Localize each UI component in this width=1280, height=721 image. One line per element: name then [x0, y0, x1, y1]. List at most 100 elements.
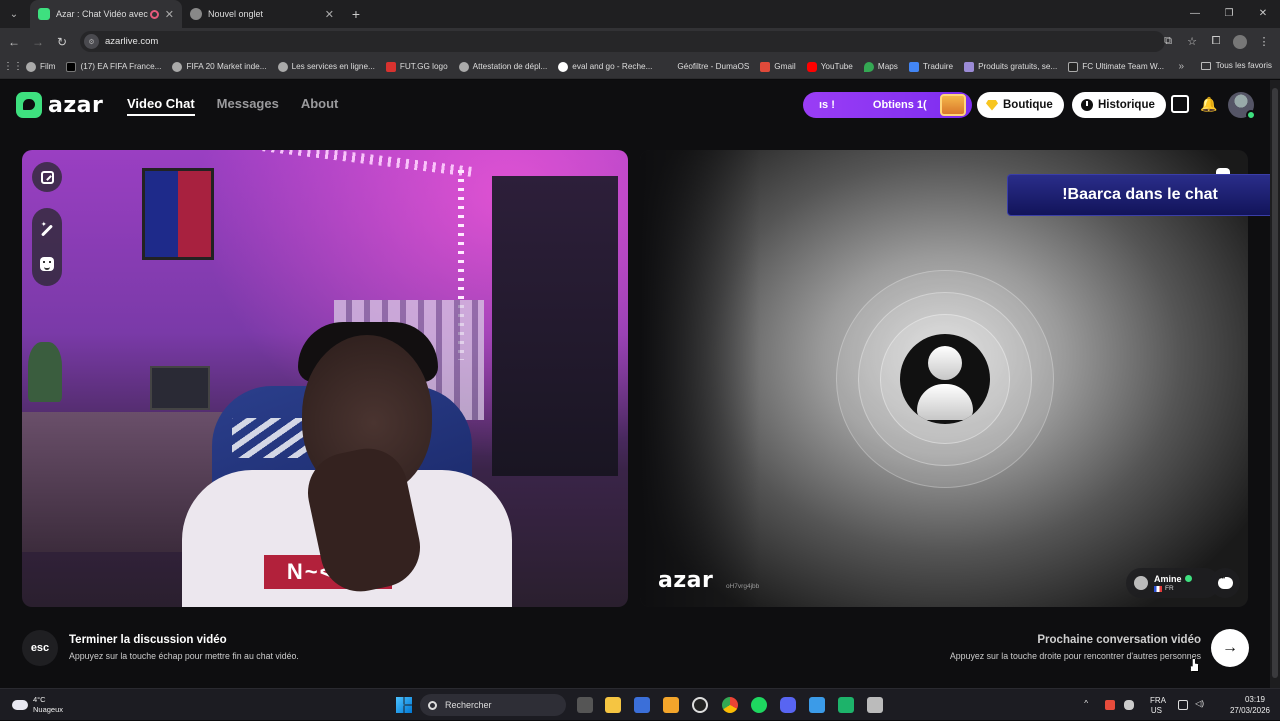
app-icon[interactable] — [663, 697, 679, 713]
bookmark-item[interactable]: Géofiltre - DumaOS — [663, 62, 749, 72]
microphone-icon[interactable] — [1124, 700, 1134, 710]
local-video-feed: N~<OL — [22, 150, 628, 607]
chrome-icon[interactable] — [722, 697, 738, 713]
france-flag-icon — [1154, 585, 1162, 592]
clock-date[interactable]: 27/03/2026 — [1210, 706, 1270, 715]
bookmark-item[interactable]: FUT.GG logo — [385, 61, 448, 72]
bookmark-item[interactable]: FIFA 20 Market inde... — [172, 61, 267, 72]
led-strip — [262, 150, 472, 177]
bell-icon[interactable]: 🔔 — [1200, 95, 1218, 113]
avatar[interactable] — [1228, 92, 1256, 120]
page-scrollbar[interactable] — [1270, 80, 1280, 688]
chat-bubble-icon — [1217, 576, 1233, 589]
reload-icon[interactable]: ↻ — [50, 35, 74, 49]
tab-new[interactable]: Nouvel onglet ✕ — [182, 0, 342, 28]
taskbar: 4°C Nuageux Rechercher ^ FRA US ◁) 03:19… — [0, 688, 1280, 720]
remote-user-badge[interactable]: Amine FR — [1126, 568, 1220, 598]
file-explorer-icon[interactable] — [605, 697, 621, 713]
scrollbar-thumb[interactable] — [1272, 88, 1278, 678]
magic-wand-icon — [40, 224, 54, 237]
network-icon[interactable] — [1178, 700, 1188, 710]
weather-desc: Nuageux — [33, 705, 64, 714]
monitor — [150, 366, 210, 410]
new-tab-button[interactable]: + — [346, 6, 366, 22]
bookmark-item[interactable]: Produits gratuits, se... — [964, 61, 1057, 72]
site-info-icon[interactable]: ⚙ — [84, 34, 99, 49]
store-icon[interactable] — [634, 697, 650, 713]
bookmark-item[interactable]: eval and go - Reche... — [558, 61, 652, 72]
face-filter-button[interactable] — [35, 252, 59, 276]
effects-group — [32, 208, 62, 286]
extensions-icon[interactable]: ⧠ — [1204, 35, 1228, 48]
notepad-icon[interactable] — [809, 697, 825, 713]
windows-start-icon[interactable] — [396, 697, 412, 713]
taskbar-search[interactable]: Rechercher — [420, 694, 566, 716]
online-status-icon — [1184, 575, 1192, 582]
bookmark-item[interactable]: (17) EA FIFA France... — [66, 61, 161, 72]
bookmark-item[interactable]: Film — [26, 61, 55, 72]
globe-icon — [277, 61, 288, 72]
promo-banner[interactable]: ıs ! Obtiens 1( — [803, 92, 972, 118]
lang-top[interactable]: FRA — [1150, 696, 1166, 705]
minimize-icon[interactable]: — — [1178, 0, 1212, 28]
tab-azar[interactable]: Azar : Chat Vidéo avec de no ✕ — [30, 0, 182, 28]
tab-search-button[interactable]: ⌄ — [4, 4, 24, 24]
expand-icon — [40, 170, 54, 184]
expand-video-button[interactable] — [32, 162, 62, 192]
more-bookmarks-icon[interactable]: » — [1178, 61, 1184, 72]
app-icon[interactable] — [838, 697, 854, 713]
bookmark-item[interactable]: YouTube — [806, 61, 853, 72]
azar-favicon-icon — [38, 8, 50, 20]
discord-icon[interactable] — [780, 697, 796, 713]
spotify-icon[interactable] — [751, 697, 767, 713]
promo-text-left: ıs ! — [819, 99, 835, 111]
bookmark-item[interactable]: Les services en ligne... — [277, 61, 375, 72]
calculator-icon[interactable] — [867, 697, 883, 713]
door — [492, 176, 618, 476]
stream-overlay-banner: !Baarca dans le chat — [1007, 174, 1273, 216]
bookmark-item[interactable]: Attestation de dépl... — [458, 61, 547, 72]
chat-button[interactable] — [1210, 568, 1240, 598]
weather-widget[interactable]: 4°C Nuageux — [12, 695, 63, 715]
close-tab-icon[interactable]: ✕ — [325, 8, 334, 21]
apps-icon[interactable]: ⋮⋮ — [0, 61, 26, 72]
clock-time[interactable]: 03:19 — [1215, 695, 1265, 704]
tray-app-icon[interactable] — [1105, 700, 1115, 710]
inbox-icon[interactable] — [1171, 95, 1189, 113]
close-tab-icon[interactable]: ✕ — [165, 8, 174, 21]
lang-bottom[interactable]: US — [1151, 706, 1162, 715]
nav-messages[interactable]: Messages — [217, 96, 279, 116]
url-text: azarlive.com — [105, 36, 159, 47]
nav-about[interactable]: About — [301, 96, 339, 116]
bookmark-item[interactable]: Gmail — [760, 61, 796, 72]
volume-icon[interactable]: ◁) — [1195, 699, 1204, 708]
profile-icon[interactable] — [1233, 34, 1247, 49]
url-input[interactable]: ⚙ azarlive.com — [80, 31, 1165, 52]
close-window-icon[interactable]: ✕ — [1246, 0, 1280, 28]
remote-video-feed: azar oH7vrg4jbb Amine FR — [640, 150, 1248, 607]
notification-badge — [1246, 110, 1256, 120]
obs-icon[interactable] — [692, 697, 708, 713]
nav-video-chat[interactable]: Video Chat — [127, 96, 195, 116]
bookmark-item[interactable]: FC Ultimate Team W... — [1068, 61, 1164, 72]
bookmark-item[interactable]: Maps — [863, 61, 898, 72]
chevron-up-icon[interactable]: ^ — [1084, 699, 1088, 708]
main-nav: Video Chat Messages About — [127, 96, 360, 116]
esc-button[interactable]: esc — [22, 630, 58, 666]
back-icon[interactable]: ← — [2, 35, 26, 49]
next-chat-button[interactable]: → — [1211, 629, 1249, 667]
all-bookmarks-button[interactable]: Tous les favoris — [1200, 61, 1272, 70]
restore-icon[interactable]: ❐ — [1212, 0, 1246, 28]
install-app-icon[interactable]: ⧉ — [1156, 35, 1180, 48]
task-view-icon[interactable] — [577, 697, 593, 713]
forward-icon[interactable]: → — [26, 35, 50, 49]
menu-icon[interactable]: ⋮ — [1252, 35, 1276, 48]
effects-button[interactable] — [35, 219, 59, 243]
bookmark-star-icon[interactable]: ☆ — [1180, 35, 1204, 48]
logo-text: azar — [48, 92, 104, 118]
boutique-button[interactable]: Boutique — [977, 92, 1064, 118]
bookmark-item[interactable]: Traduire — [908, 61, 953, 72]
azar-page: azar Video Chat Messages About ıs ! Obti… — [0, 80, 1273, 688]
azar-logo[interactable]: azar — [16, 92, 103, 118]
historique-button[interactable]: Historique — [1072, 92, 1166, 118]
